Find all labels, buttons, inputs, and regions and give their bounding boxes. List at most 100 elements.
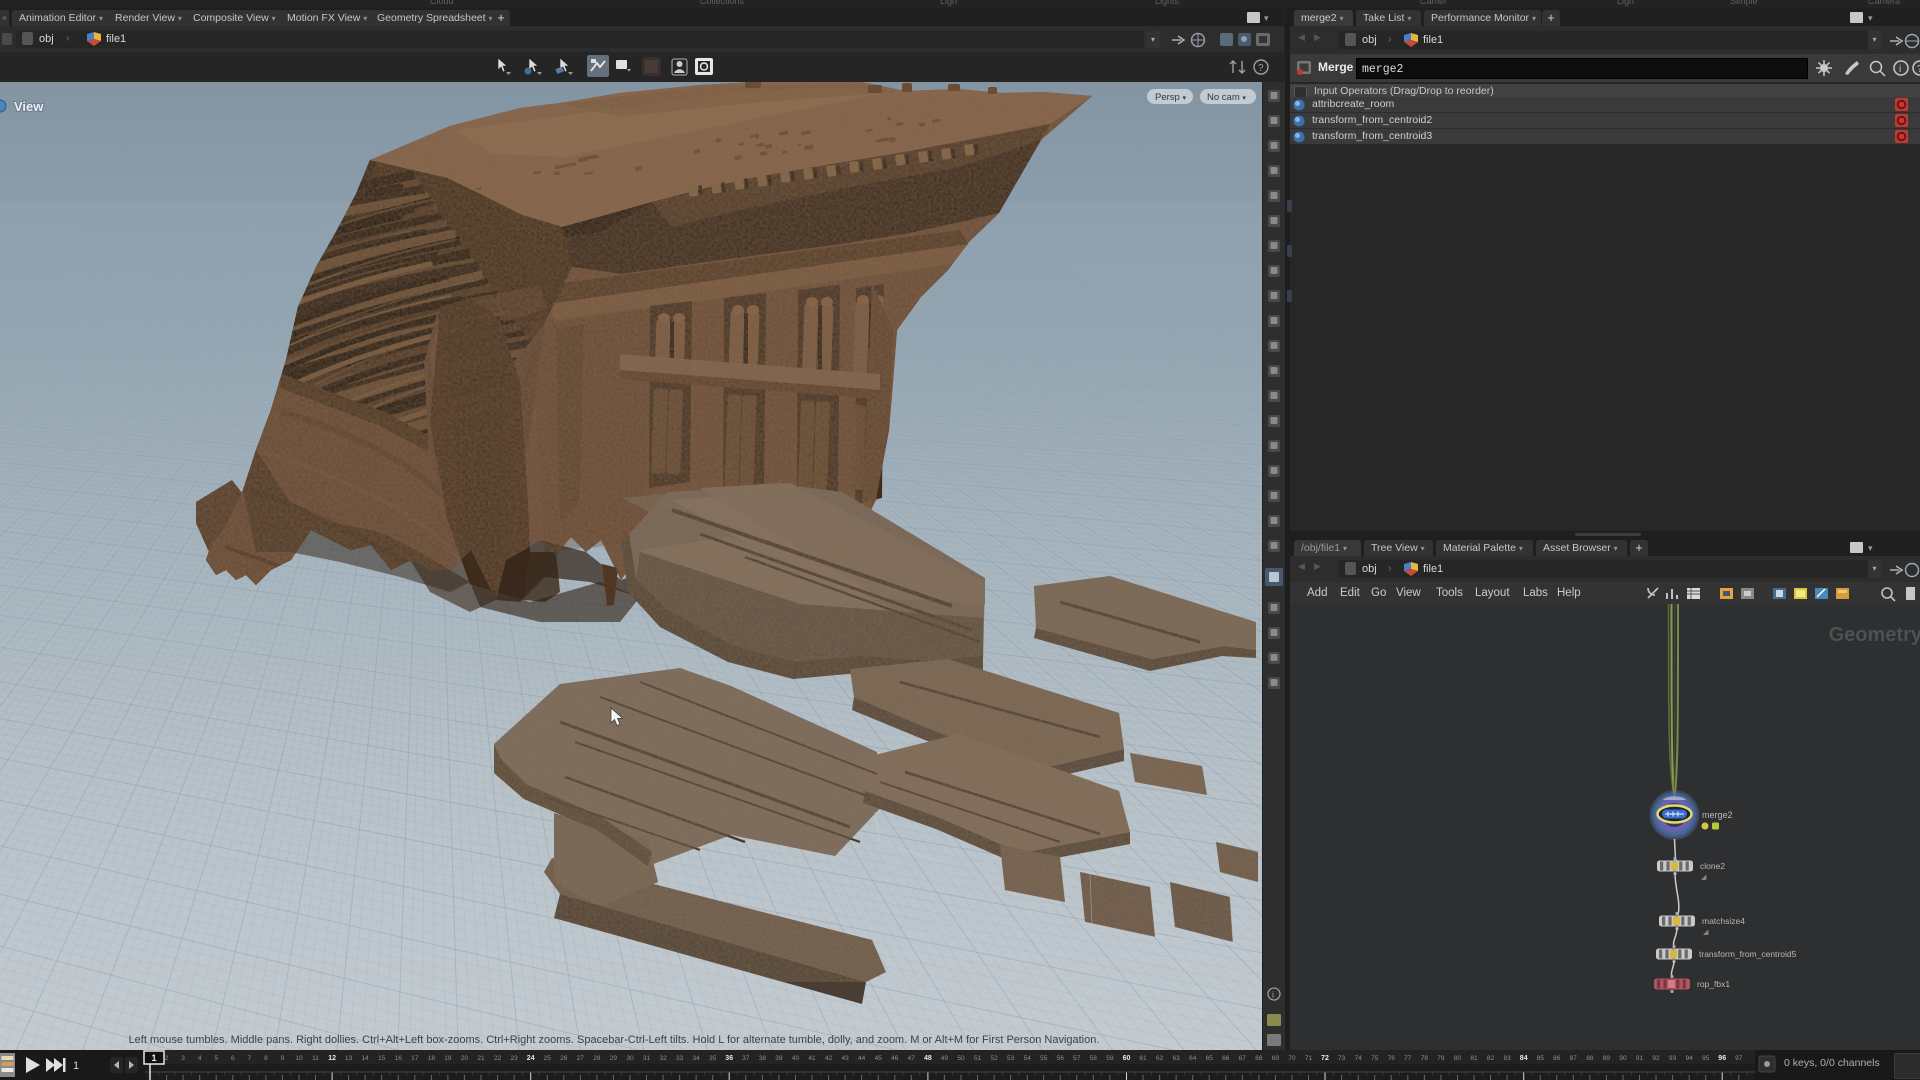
svg-text:80: 80 — [1454, 1055, 1462, 1062]
svg-text:70: 70 — [1288, 1055, 1296, 1062]
svg-text:65: 65 — [1206, 1055, 1214, 1062]
svg-text:13: 13 — [345, 1055, 353, 1062]
svg-text:93: 93 — [1669, 1055, 1677, 1062]
svg-text:29: 29 — [610, 1055, 618, 1062]
svg-text:i: i — [1899, 64, 1901, 75]
svg-text:96: 96 — [1718, 1055, 1726, 1062]
svg-text:4: 4 — [198, 1055, 202, 1062]
svg-text:12: 12 — [328, 1055, 336, 1062]
svg-text:33: 33 — [676, 1055, 684, 1062]
svg-text:28: 28 — [593, 1055, 601, 1062]
svg-text:16: 16 — [395, 1055, 403, 1062]
svg-text:57: 57 — [1073, 1055, 1081, 1062]
svg-text:25: 25 — [544, 1055, 552, 1062]
svg-text:75: 75 — [1371, 1055, 1379, 1062]
svg-text:94: 94 — [1686, 1055, 1694, 1062]
svg-text:34: 34 — [692, 1055, 700, 1062]
svg-text:54: 54 — [1024, 1055, 1032, 1062]
svg-text:73: 73 — [1338, 1055, 1346, 1062]
svg-text:45: 45 — [875, 1055, 883, 1062]
svg-text:64: 64 — [1189, 1055, 1197, 1062]
svg-text:7: 7 — [247, 1055, 251, 1062]
svg-text:transform_from_centroid5: transform_from_centroid5 — [1699, 949, 1797, 959]
svg-text:63: 63 — [1172, 1055, 1180, 1062]
svg-text:9: 9 — [281, 1055, 285, 1062]
svg-text:50: 50 — [957, 1055, 965, 1062]
svg-text:15: 15 — [378, 1055, 386, 1062]
svg-text:40: 40 — [792, 1055, 800, 1062]
svg-text:20: 20 — [461, 1055, 469, 1062]
svg-text:67: 67 — [1239, 1055, 1247, 1062]
svg-text:1: 1 — [151, 1053, 156, 1063]
svg-text:52: 52 — [990, 1055, 998, 1062]
svg-text:83: 83 — [1503, 1055, 1511, 1062]
svg-text:82: 82 — [1487, 1055, 1495, 1062]
svg-text:62: 62 — [1156, 1055, 1164, 1062]
svg-text:?: ? — [1258, 63, 1264, 74]
svg-text:66: 66 — [1222, 1055, 1230, 1062]
svg-text:8: 8 — [264, 1055, 268, 1062]
svg-text:37: 37 — [742, 1055, 750, 1062]
svg-text:58: 58 — [1090, 1055, 1098, 1062]
svg-text:92: 92 — [1652, 1055, 1660, 1062]
svg-text:78: 78 — [1421, 1055, 1429, 1062]
svg-text:79: 79 — [1437, 1055, 1445, 1062]
svg-text:55: 55 — [1040, 1055, 1048, 1062]
svg-text:42: 42 — [825, 1055, 833, 1062]
svg-text:No cam ▾: No cam ▾ — [1207, 92, 1246, 103]
svg-text:24: 24 — [527, 1055, 535, 1062]
svg-text:91: 91 — [1636, 1055, 1644, 1062]
svg-text:5: 5 — [214, 1055, 218, 1062]
svg-text:71: 71 — [1305, 1055, 1313, 1062]
svg-text:90: 90 — [1619, 1055, 1627, 1062]
svg-text:61: 61 — [1139, 1055, 1147, 1062]
svg-text:68: 68 — [1255, 1055, 1263, 1062]
svg-text:81: 81 — [1470, 1055, 1478, 1062]
svg-text:32: 32 — [659, 1055, 667, 1062]
svg-text:21: 21 — [477, 1055, 485, 1062]
svg-text:43: 43 — [841, 1055, 849, 1062]
svg-text:18: 18 — [428, 1055, 436, 1062]
svg-text:Persp ▾: Persp ▾ — [1155, 92, 1186, 103]
svg-text:matchsize4: matchsize4 — [1702, 916, 1745, 926]
svg-text:47: 47 — [908, 1055, 916, 1062]
svg-text:88: 88 — [1586, 1055, 1594, 1062]
svg-text:◢: ◢ — [1701, 874, 1707, 881]
svg-text:Left mouse tumbles. Middle pan: Left mouse tumbles. Middle pans. Right d… — [129, 1034, 1100, 1046]
svg-text:86: 86 — [1553, 1055, 1561, 1062]
svg-text:53: 53 — [1007, 1055, 1015, 1062]
svg-text:69: 69 — [1272, 1055, 1280, 1062]
svg-text:76: 76 — [1388, 1055, 1396, 1062]
svg-text:36: 36 — [725, 1055, 733, 1062]
svg-text:46: 46 — [891, 1055, 899, 1062]
svg-text:6: 6 — [231, 1055, 235, 1062]
svg-text:48: 48 — [924, 1055, 932, 1062]
svg-text:◢: ◢ — [1703, 929, 1709, 936]
svg-text:77: 77 — [1404, 1055, 1412, 1062]
svg-text:14: 14 — [361, 1055, 369, 1062]
svg-text:rop_fbx1: rop_fbx1 — [1697, 979, 1730, 989]
svg-text:26: 26 — [560, 1055, 568, 1062]
svg-text:84: 84 — [1520, 1055, 1528, 1062]
svg-text:11: 11 — [312, 1055, 319, 1062]
svg-text:56: 56 — [1057, 1055, 1065, 1062]
svg-text:View: View — [14, 99, 44, 114]
svg-text:87: 87 — [1570, 1055, 1578, 1062]
svg-text:35: 35 — [709, 1055, 717, 1062]
svg-text:22: 22 — [494, 1055, 502, 1062]
svg-text:17: 17 — [411, 1055, 419, 1062]
svg-text:59: 59 — [1106, 1055, 1114, 1062]
svg-text:49: 49 — [941, 1055, 949, 1062]
svg-text:72: 72 — [1321, 1055, 1329, 1062]
svg-text:10: 10 — [295, 1055, 303, 1062]
svg-text:97: 97 — [1735, 1055, 1743, 1062]
svg-text:i: i — [1272, 990, 1274, 1000]
svg-text:85: 85 — [1537, 1055, 1545, 1062]
svg-text:89: 89 — [1603, 1055, 1611, 1062]
svg-text:31: 31 — [643, 1055, 651, 1062]
svg-text:3: 3 — [181, 1055, 185, 1062]
svg-text:41: 41 — [808, 1055, 816, 1062]
svg-text:39: 39 — [775, 1055, 783, 1062]
svg-text:38: 38 — [759, 1055, 767, 1062]
svg-text:27: 27 — [577, 1055, 585, 1062]
